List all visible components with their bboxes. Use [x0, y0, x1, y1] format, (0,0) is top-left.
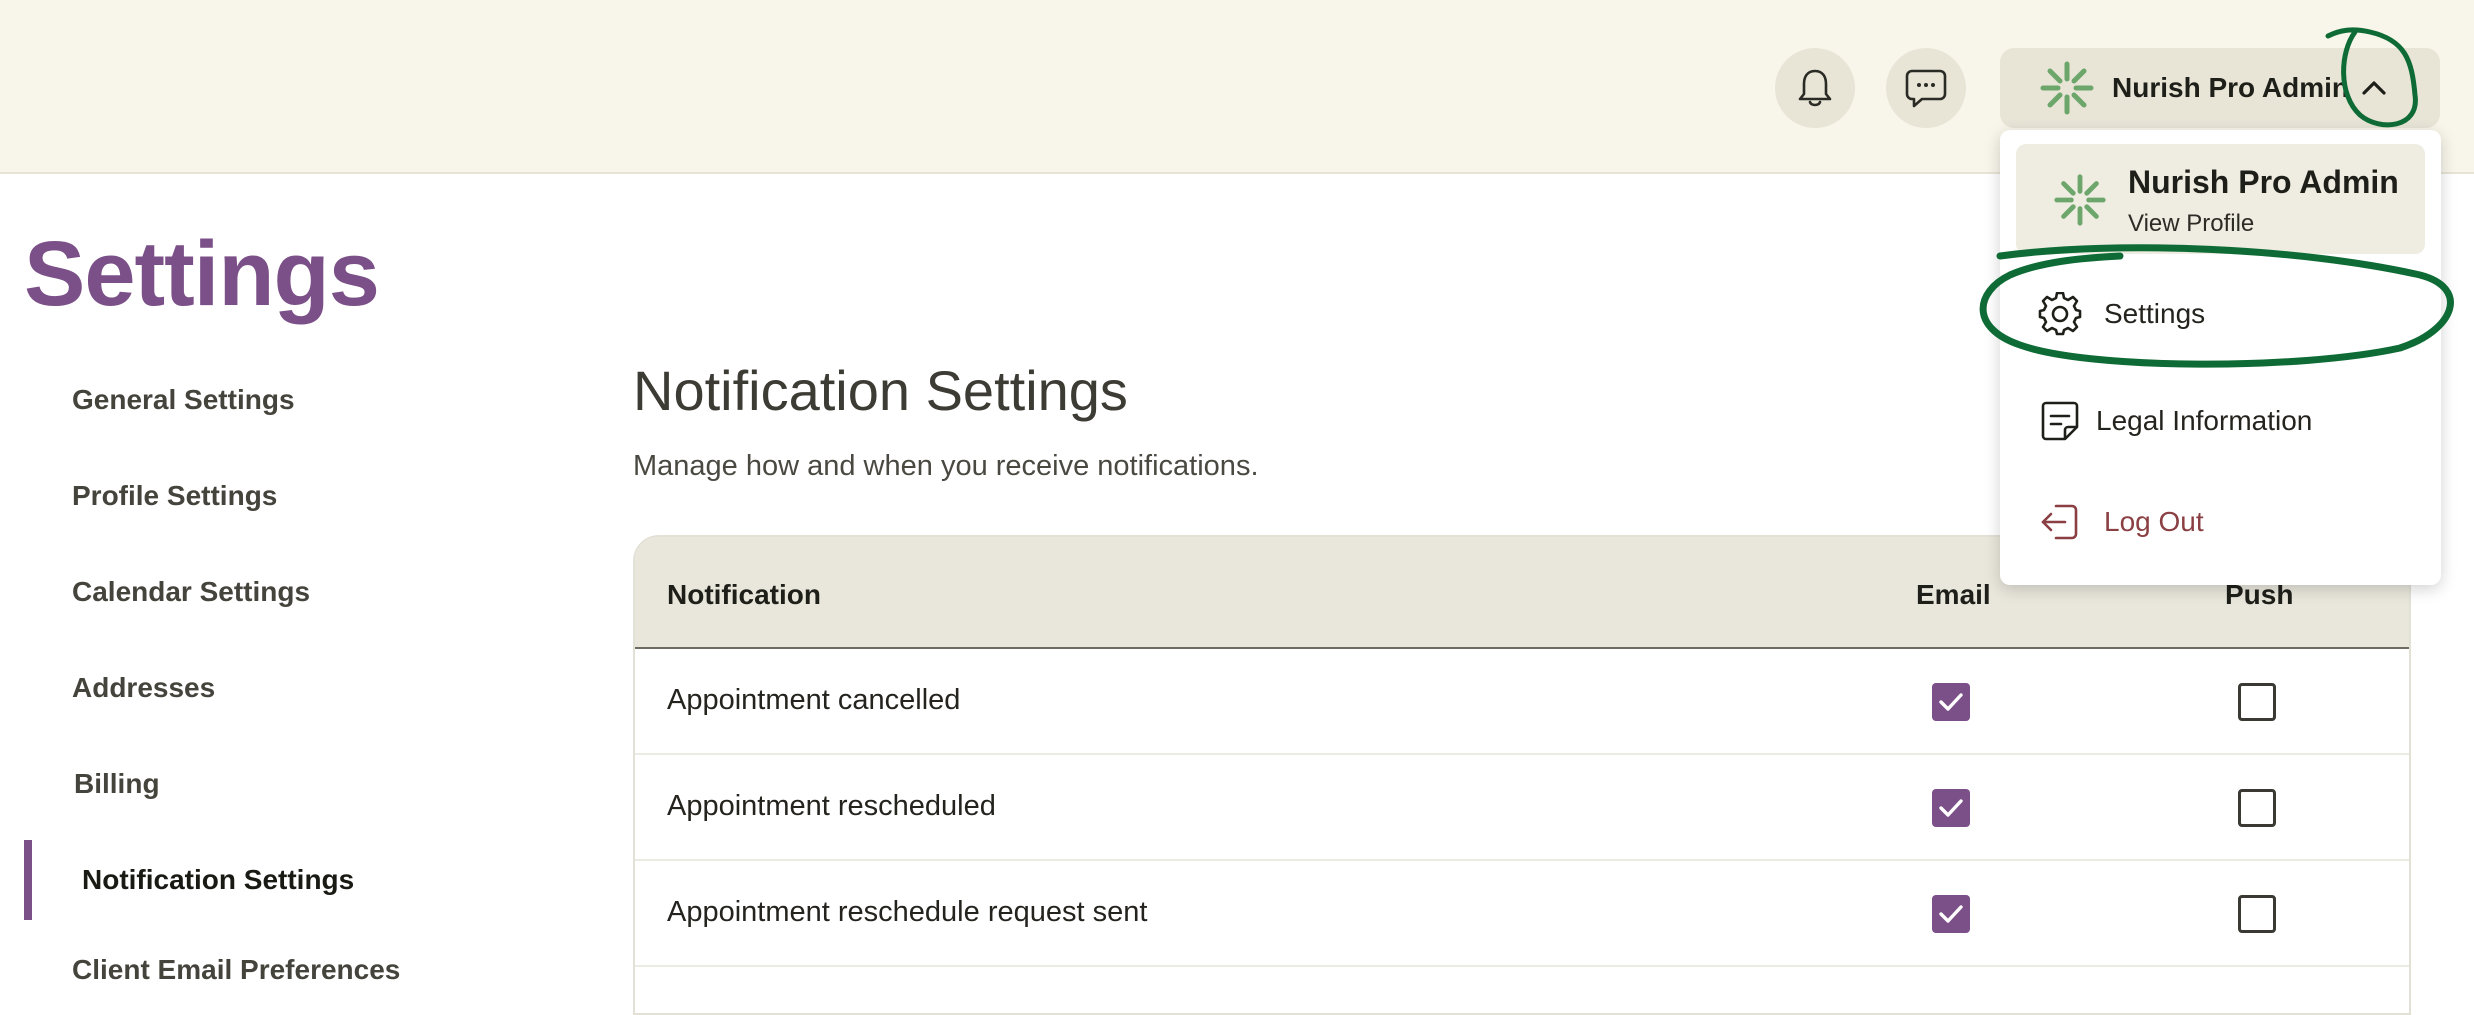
section-title: Notification Settings [633, 359, 1128, 422]
view-profile-link[interactable]: View Profile [2128, 210, 2254, 238]
menu-item-settings[interactable]: Settings [2000, 278, 2441, 348]
user-dropdown-menu: Nurish Pro Admin View Profile Settings L… [2000, 130, 2441, 585]
menu-item-legal-information[interactable]: Legal Information [2000, 385, 2441, 455]
sidebar-item-general-settings[interactable]: General Settings [72, 384, 295, 416]
notification-table: Notification Email Push Appointment canc… [633, 535, 2411, 1015]
chevron-up-icon [2362, 81, 2386, 95]
profile-name: Nurish Pro Admin [2128, 164, 2399, 200]
section-subtitle: Manage how and when you receive notifica… [633, 450, 1259, 482]
document-icon [2041, 401, 2079, 441]
checkmark-icon [1939, 693, 1963, 711]
column-header-email: Email [1916, 579, 1991, 610]
nurish-logo-icon [2054, 174, 2106, 226]
email-checkbox[interactable] [1932, 683, 1970, 721]
menu-item-label: Settings [2104, 298, 2206, 329]
notification-label: Appointment reschedule request sent [667, 896, 1148, 928]
notification-label: Appointment rescheduled [667, 790, 996, 822]
menu-item-label: Legal Information [2096, 405, 2313, 436]
sidebar-item-notification-settings[interactable]: Notification Settings [82, 864, 354, 896]
bell-icon [1798, 69, 1832, 107]
profile-card[interactable]: Nurish Pro Admin View Profile [2016, 144, 2425, 254]
messages-button[interactable] [1886, 48, 1966, 128]
chat-bubble-icon [1905, 69, 1947, 108]
gear-icon [2038, 292, 2082, 336]
sidebar-item-calendar-settings[interactable]: Calendar Settings [72, 576, 310, 608]
sidebar-item-client-email-preferences[interactable]: Client Email Preferences [72, 954, 400, 986]
checkmark-icon [1939, 799, 1963, 817]
nurish-logo-icon [2040, 61, 2094, 115]
push-checkbox[interactable] [2238, 789, 2276, 827]
push-checkbox[interactable] [2238, 683, 2276, 721]
sidebar-item-addresses[interactable]: Addresses [72, 672, 215, 704]
user-menu-button[interactable]: Nurish Pro Admin [2000, 48, 2440, 128]
menu-item-log-out[interactable]: Log Out [2000, 486, 2441, 556]
email-checkbox[interactable] [1932, 895, 1970, 933]
logout-icon [2041, 504, 2078, 540]
table-row: Appointment cancelled [635, 649, 2409, 755]
notification-label: Appointment cancelled [667, 684, 961, 716]
table-row: Appointment reschedule request sent [635, 861, 2409, 967]
column-header-notification: Notification [667, 579, 821, 610]
notifications-button[interactable] [1775, 48, 1855, 128]
menu-item-label: Log Out [2104, 506, 2204, 537]
user-name: Nurish Pro Admin [2112, 72, 2349, 103]
sidebar-item-billing[interactable]: Billing [74, 768, 160, 800]
checkmark-icon [1939, 905, 1963, 923]
sidebar-item-profile-settings[interactable]: Profile Settings [72, 480, 277, 512]
table-row: Appointment rescheduled [635, 755, 2409, 861]
page-title: Settings [24, 223, 380, 325]
sidebar-active-indicator [24, 840, 32, 920]
email-checkbox[interactable] [1932, 789, 1970, 827]
push-checkbox[interactable] [2238, 895, 2276, 933]
